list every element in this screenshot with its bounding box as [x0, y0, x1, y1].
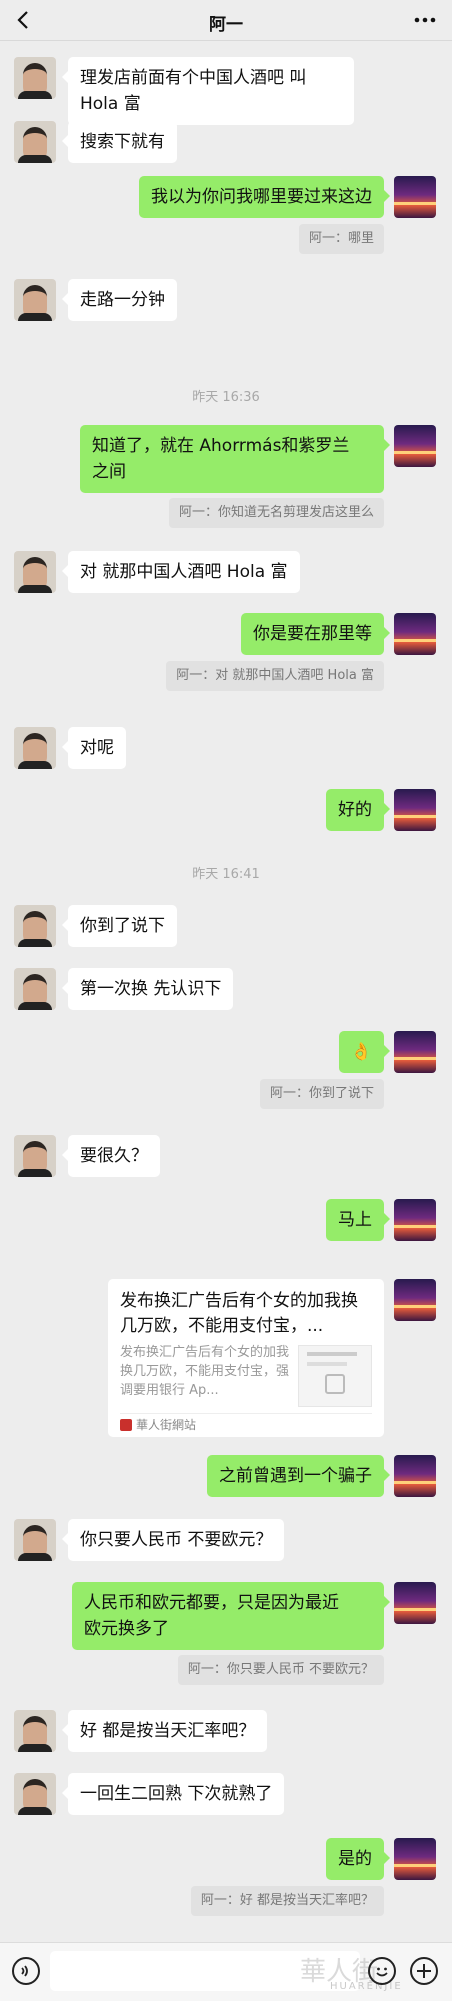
incoming-message[interactable]: 第一次换 先认识下	[61, 968, 234, 1010]
outgoing-message[interactable]: 之前曾遇到一个骗子	[207, 1455, 390, 1497]
incoming-message[interactable]: 好 都是按当天汇率吧？	[61, 1710, 268, 1752]
outgoing-message[interactable]: 我以为你问我哪里要过来这边	[139, 176, 390, 218]
contact-avatar[interactable]	[14, 1135, 56, 1177]
source-logo-icon	[120, 1419, 132, 1431]
chat-title: 阿一	[209, 15, 243, 35]
contact-avatar[interactable]	[14, 1773, 56, 1815]
my-avatar[interactable]	[394, 1455, 436, 1497]
my-avatar[interactable]	[394, 1031, 436, 1073]
my-avatar[interactable]	[394, 176, 436, 218]
outgoing-message[interactable]: 马上	[326, 1199, 390, 1241]
incoming-message[interactable]: 你到了说下	[62, 905, 177, 947]
contact-avatar[interactable]	[14, 551, 56, 593]
card-source: 華人街網站	[120, 1416, 196, 1434]
input-bar: 華人街 HUARENJIE	[0, 1942, 452, 2001]
contact-avatar[interactable]	[14, 1519, 56, 1561]
contact-avatar[interactable]	[14, 121, 56, 163]
incoming-message[interactable]: 搜索下就有	[62, 121, 177, 163]
contact-avatar[interactable]	[14, 905, 56, 947]
my-avatar[interactable]	[394, 1838, 436, 1880]
card-thumbnail	[298, 1345, 372, 1407]
incoming-message[interactable]: 理发店前面有个中国人酒吧 叫 Hola 富	[62, 57, 354, 125]
outgoing-message[interactable]: 你是要在那里等	[241, 613, 390, 655]
incoming-message[interactable]: 要很久？	[62, 1135, 160, 1177]
incoming-message[interactable]: 对呢	[62, 727, 126, 769]
outgoing-message[interactable]: 人民币和欧元都要，只是因为最近 欧元换多了	[72, 1582, 390, 1650]
message-list[interactable]: 理发店前面有个中国人酒吧 叫 Hola 富 搜索下就有 我以为你问我哪里要过来这…	[0, 41, 452, 1941]
contact-avatar[interactable]	[14, 279, 56, 321]
outgoing-message[interactable]: 👌	[338, 1031, 391, 1073]
incoming-message[interactable]: 你只要人民币 不要欧元？	[61, 1519, 285, 1561]
my-avatar[interactable]	[394, 1582, 436, 1624]
emoji-icon[interactable]	[368, 1957, 396, 1985]
contact-avatar[interactable]	[14, 57, 56, 99]
incoming-message[interactable]: 一回生二回熟 下次就熟了	[61, 1773, 285, 1815]
contact-avatar[interactable]	[14, 1710, 56, 1752]
timestamp: 昨天 16:41	[192, 867, 260, 882]
shared-link-card[interactable]: 发布换汇广告后有个女的加我换几万欧，不能用支付宝，... 发布换汇广告后有个女的…	[108, 1279, 384, 1437]
quoted-reply[interactable]: 阿一：你到了说下	[259, 1079, 384, 1109]
card-title: 发布换汇广告后有个女的加我换几万欧，不能用支付宝，...	[120, 1291, 358, 1336]
outgoing-message[interactable]: 是的	[326, 1838, 390, 1880]
my-avatar[interactable]	[394, 425, 436, 467]
contact-avatar[interactable]	[14, 727, 56, 769]
incoming-message[interactable]: 走路一分钟	[62, 279, 177, 321]
my-avatar[interactable]	[394, 1199, 436, 1241]
quoted-reply[interactable]: 阿一：你知道无名剪理发店这里么	[168, 498, 384, 528]
quoted-reply[interactable]: 阿一：对 就那中国人酒吧 Hola 富	[166, 661, 384, 691]
quoted-reply[interactable]: 阿一：哪里	[298, 224, 384, 254]
plus-icon[interactable]	[410, 1957, 438, 1985]
quoted-reply[interactable]: 阿一：好 都是按当天汇率吧？	[190, 1886, 384, 1916]
contact-avatar[interactable]	[14, 968, 56, 1010]
outgoing-message[interactable]: 知道了，就在 Ahorrmás和紫罗兰 之间	[80, 425, 390, 493]
incoming-message[interactable]: 对 就那中国人酒吧 Hola 富	[62, 551, 300, 593]
chat-header: 阿一	[0, 0, 452, 41]
outgoing-message[interactable]: 好的	[326, 789, 390, 831]
my-avatar[interactable]	[394, 789, 436, 831]
more-dots-icon[interactable]	[412, 8, 438, 32]
voice-icon[interactable]	[12, 1957, 40, 1985]
quoted-reply[interactable]: 阿一：你只要人民币 不要欧元？	[177, 1655, 384, 1685]
my-avatar[interactable]	[394, 1279, 436, 1321]
card-description: 发布换汇广告后有个女的加我换几万欧，不能用支付宝，强调要用银行 Ap...	[120, 1345, 290, 1398]
my-avatar[interactable]	[394, 613, 436, 655]
timestamp: 昨天 16:36	[192, 390, 260, 405]
